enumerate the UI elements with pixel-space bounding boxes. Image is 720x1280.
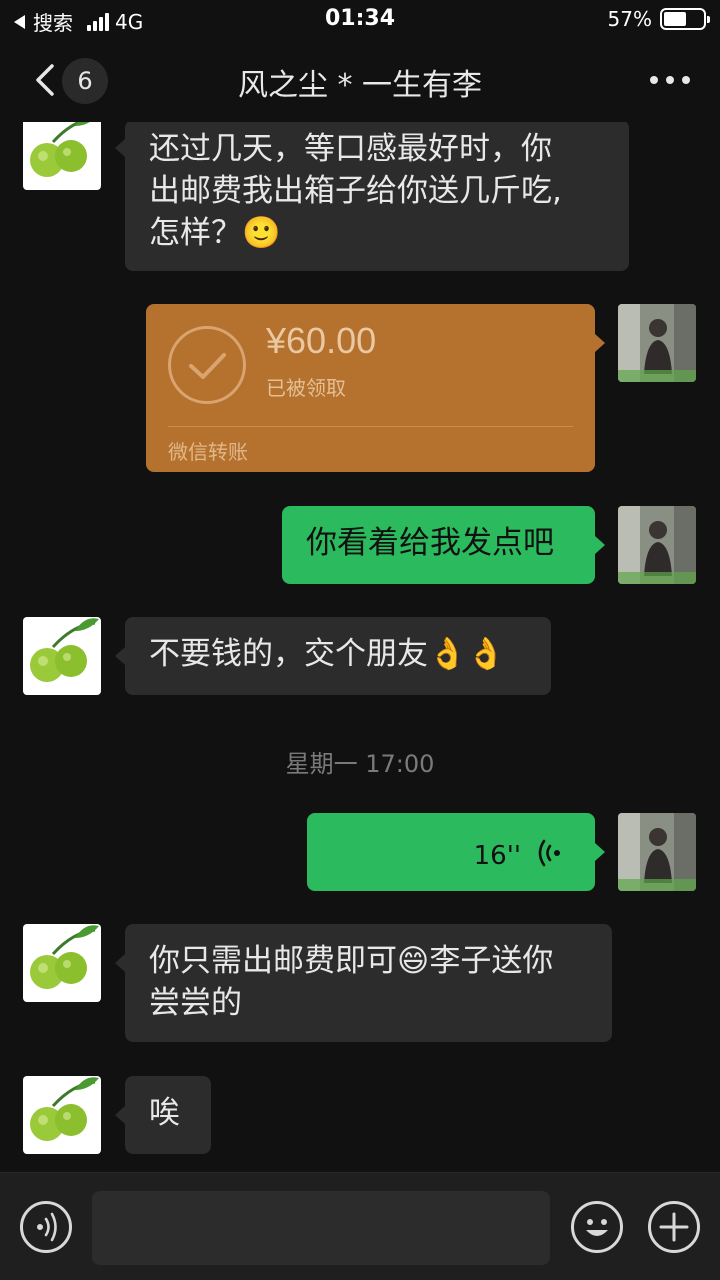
ellipsis-icon bbox=[650, 76, 658, 84]
unread-count-badge[interactable]: 6 bbox=[62, 58, 108, 104]
plum-avatar-image bbox=[30, 122, 90, 177]
emoji-button[interactable] bbox=[571, 1201, 623, 1253]
more-button[interactable] bbox=[650, 76, 690, 84]
divider bbox=[168, 426, 573, 427]
message-bubble-incoming[interactable]: 唉 bbox=[125, 1076, 211, 1154]
self-avatar-image bbox=[618, 304, 696, 382]
transfer-amount: ¥60.00 bbox=[266, 320, 377, 361]
plus-icon bbox=[659, 1212, 689, 1242]
plus-button[interactable] bbox=[648, 1201, 700, 1253]
transfer-label: 微信转账 bbox=[168, 440, 248, 464]
message-text: 你只需出邮费即可😄李子送你 bbox=[149, 943, 554, 979]
self-avatar-image bbox=[618, 506, 696, 584]
voice-icon bbox=[37, 1212, 57, 1242]
transfer-status: 已被领取 bbox=[266, 376, 346, 400]
peer-avatar[interactable] bbox=[23, 122, 101, 190]
message-input[interactable] bbox=[92, 1191, 550, 1265]
message-bubble-outgoing[interactable]: 你看着给我发点吧 bbox=[282, 506, 595, 584]
self-avatar[interactable] bbox=[618, 506, 696, 584]
input-bar bbox=[0, 1172, 720, 1280]
peer-avatar[interactable] bbox=[23, 924, 101, 1002]
message-text: 怎样？🙂 bbox=[149, 215, 281, 251]
status-right: 57% bbox=[607, 7, 710, 31]
self-avatar[interactable] bbox=[618, 813, 696, 891]
peer-avatar[interactable] bbox=[23, 1076, 101, 1154]
plum-avatar-image bbox=[30, 925, 99, 989]
message-bubble-incoming[interactable]: 不要钱的，交个朋友👌👌 bbox=[125, 617, 551, 695]
message-text: 唉 bbox=[149, 1095, 180, 1131]
message-text: 尝尝的 bbox=[149, 985, 242, 1021]
message-text: 不要钱的，交个朋友👌👌 bbox=[149, 636, 506, 672]
peer-avatar[interactable] bbox=[23, 617, 101, 695]
transfer-card[interactable]: ¥60.00 已被领取 微信转账 bbox=[146, 304, 595, 472]
check-icon bbox=[168, 326, 246, 404]
message-text: 还过几天，等口感最好时，你 bbox=[149, 131, 552, 167]
voice-wave-icon bbox=[538, 839, 560, 867]
voice-duration: 16'' bbox=[473, 841, 521, 871]
plum-avatar-image bbox=[30, 618, 99, 682]
battery-icon bbox=[660, 8, 710, 30]
voice-message-bubble[interactable]: 16'' bbox=[307, 813, 595, 891]
chat-title: 风之尘 * 一生有李 bbox=[237, 68, 483, 103]
voice-mode-button[interactable] bbox=[20, 1201, 72, 1253]
time-separator: 星期一 17:00 bbox=[285, 750, 435, 778]
message-text: 你看着给我发点吧 bbox=[306, 525, 554, 561]
chat-header: 6 风之尘 * 一生有李 bbox=[0, 40, 720, 122]
emoji-icon bbox=[586, 1219, 608, 1236]
plum-avatar-image bbox=[30, 1077, 99, 1141]
status-bar: 搜索 4G 01:34 57% bbox=[0, 0, 720, 40]
message-list[interactable]: 还过几天，等口感最好时，你 出邮费我出箱子给你送几斤吃, 怎样？🙂 ¥60.00… bbox=[0, 122, 720, 1172]
battery-fill bbox=[664, 12, 686, 26]
battery-percent: 57% bbox=[607, 7, 652, 31]
message-text: 出邮费我出箱子给你送几斤吃, bbox=[149, 173, 562, 209]
self-avatar-image bbox=[618, 813, 696, 891]
message-bubble-incoming[interactable]: 你只需出邮费即可😄李子送你 尝尝的 bbox=[125, 924, 612, 1042]
message-bubble-incoming[interactable]: 还过几天，等口感最好时，你 出邮费我出箱子给你送几斤吃, 怎样？🙂 bbox=[125, 122, 629, 271]
self-avatar[interactable] bbox=[618, 304, 696, 382]
